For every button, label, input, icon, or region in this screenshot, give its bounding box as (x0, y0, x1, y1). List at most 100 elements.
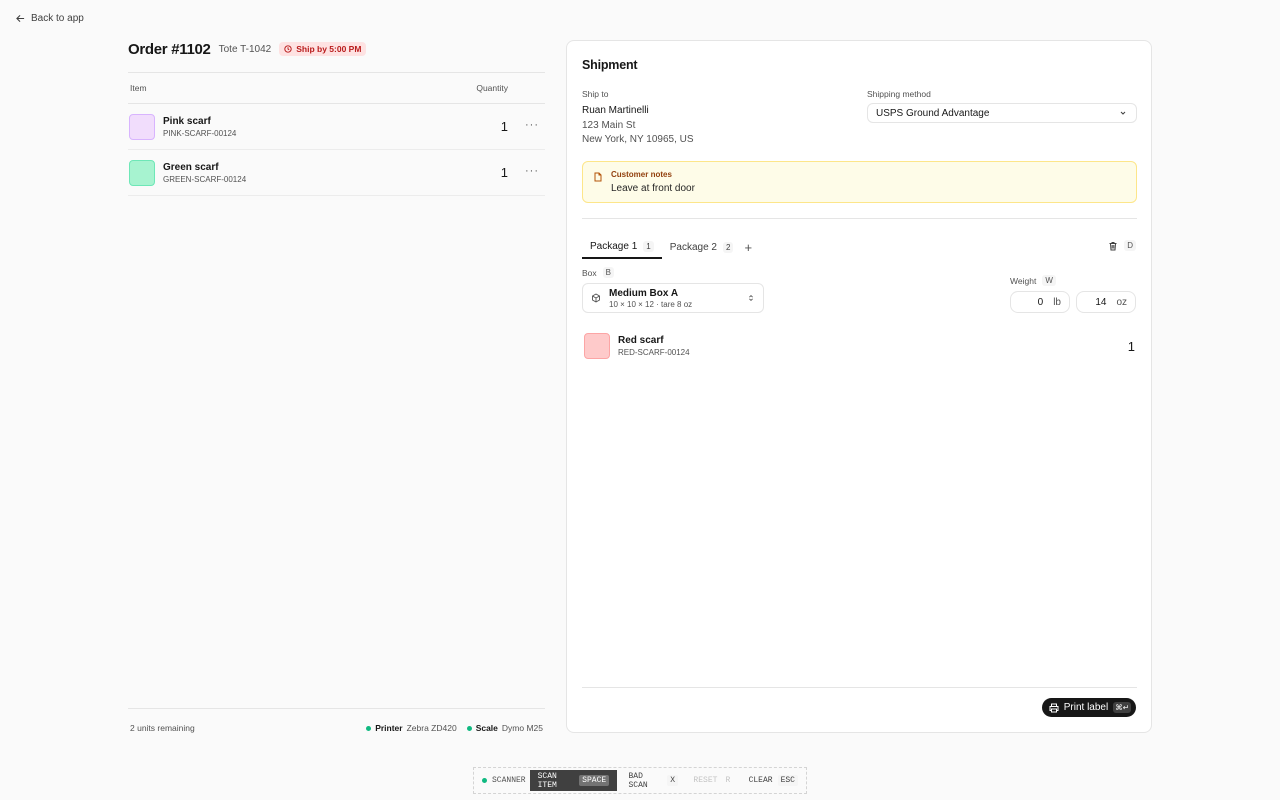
divider (582, 218, 1137, 219)
bad-scan-key: X (667, 775, 679, 786)
weight-lb-unit: lb (1053, 296, 1061, 308)
order-title: Order #1102 (128, 40, 211, 58)
reset-label: RESET (693, 776, 718, 785)
scanner-toolbar: SCANNER SCAN ITEM SPACE BAD SCAN X RESET… (473, 767, 807, 794)
print-label-text: Print label (1063, 702, 1109, 713)
scanner-status: SCANNER (478, 770, 530, 791)
item-sku: PINK-SCARF-00124 (163, 128, 237, 138)
ship-to-section: Ship to Ruan Martinelli 123 Main St New … (582, 89, 852, 148)
box-select[interactable]: Medium Box A 10 × 10 × 12 · tare 8 oz (582, 283, 764, 313)
more-options-icon[interactable]: ··· (525, 165, 539, 177)
ship-by-badge: Ship by 5:00 PM (279, 42, 367, 56)
reset-button[interactable]: RESET R (689, 770, 737, 791)
printer-value: Zebra ZD420 (406, 723, 457, 733)
order-panel: Order #1102 Tote T-1042 Ship by 5:00 PM … (128, 40, 545, 740)
weight-oz-value: 14 (1095, 296, 1107, 308)
scan-item-key: SPACE (579, 775, 610, 786)
item-thumbnail (129, 113, 155, 140)
delete-package-button[interactable]: D (1108, 240, 1136, 251)
scale-status: Scale Dymo M25 (466, 723, 543, 733)
ship-to-name: Ruan Martinelli (582, 105, 649, 116)
item-thumbnail (584, 333, 610, 359)
printer-status: Printer Zebra ZD420 (366, 723, 457, 733)
note-icon (594, 172, 602, 182)
ship-by-text: Ship by 5:00 PM (296, 44, 362, 54)
status-dot-icon (366, 725, 372, 731)
ship-to-street: 123 Main St (582, 119, 636, 131)
item-sku: RED-SCARF-00124 (618, 348, 690, 357)
items-table: Item Quantity Pink scarf PINK-SCARF-0012… (128, 72, 545, 196)
item-name: Red scarf (618, 335, 664, 346)
shipment-card: Shipment Ship to Ruan Martinelli 123 Mai… (566, 40, 1152, 733)
weight-shortcut-key: W (1042, 275, 1056, 286)
shipping-method-label: Shipping method (867, 89, 931, 99)
weight-lb-input[interactable]: 0 lb (1010, 291, 1070, 313)
tote-label: Tote T-1042 (218, 43, 272, 55)
scale-label: Scale (475, 723, 498, 733)
box-label-row: Box B (582, 267, 614, 278)
table-row[interactable]: Pink scarf PINK-SCARF-00124 1 ··· (128, 104, 545, 150)
tab-package-2[interactable]: Package 2 2 (662, 235, 742, 259)
scale-value: Dymo M25 (501, 723, 543, 733)
device-status: Printer Zebra ZD420 Scale Dymo M25 (366, 723, 543, 733)
box-shortcut-key: B (602, 267, 614, 278)
status-dot-icon (466, 725, 472, 731)
clear-key: ESC (777, 775, 798, 786)
chevron-up-down-icon (749, 294, 753, 302)
order-footer: 2 units remaining Printer Zebra ZD420 Sc… (128, 708, 545, 733)
tab-count-badge: 1 (643, 240, 654, 252)
shipping-method-section: Shipping method USPS Ground Advantage (867, 89, 1137, 123)
box-label: Box (582, 267, 597, 278)
customer-notes-body: Leave at front door (611, 183, 695, 194)
weight-label-row: Weight W (1010, 275, 1056, 286)
item-quantity: 1 (500, 165, 508, 180)
scan-item-button[interactable]: SCAN ITEM SPACE (529, 770, 618, 791)
shipment-title: Shipment (582, 58, 638, 72)
list-item[interactable]: Red scarf RED-SCARF-00124 1 (584, 333, 1137, 359)
printer-icon (1049, 703, 1059, 712)
shipping-method-select[interactable]: USPS Ground Advantage (867, 103, 1137, 123)
box-icon (592, 293, 600, 303)
weight-lb-value: 0 (1037, 296, 1044, 308)
tab-package-1[interactable]: Package 1 1 (582, 235, 662, 259)
package-tabs: Package 1 1 Package 2 2 + (582, 235, 752, 259)
trash-icon (1109, 241, 1117, 250)
status-dot-icon (482, 778, 487, 783)
item-name: Green scarf (163, 161, 219, 173)
back-to-app-label: Back to app (31, 13, 84, 24)
clock-icon (284, 45, 292, 53)
column-header-quantity: Quantity (476, 83, 508, 93)
weight-oz-unit: oz (1116, 296, 1127, 308)
column-header-item: Item (130, 83, 147, 93)
back-to-app-link[interactable]: Back to app (16, 13, 84, 24)
item-quantity: 1 (1127, 338, 1135, 354)
weight-oz-input[interactable]: 14 oz (1076, 291, 1136, 313)
scan-item-label: SCAN ITEM (537, 771, 557, 790)
table-row[interactable]: Green scarf GREEN-SCARF-00124 1 ··· (128, 150, 545, 196)
tab-count-badge: 2 (722, 241, 734, 253)
shipping-method-value: USPS Ground Advantage (876, 107, 990, 119)
more-options-icon[interactable]: ··· (525, 119, 539, 131)
chevron-down-icon (1120, 111, 1126, 115)
arrow-left-icon (16, 14, 25, 23)
divider (582, 687, 1137, 688)
print-label-button[interactable]: Print label ⌘↵ (1041, 698, 1136, 717)
bad-scan-button[interactable]: BAD SCAN X (625, 770, 683, 791)
items-table-header: Item Quantity (128, 73, 545, 104)
item-name: Pink scarf (163, 115, 211, 127)
item-thumbnail (129, 159, 155, 186)
print-shortcut-key: ⌘↵ (1113, 702, 1131, 713)
item-sku: GREEN-SCARF-00124 (163, 174, 247, 184)
bad-scan-label: BAD SCAN (628, 771, 648, 790)
customer-notes-title: Customer notes (611, 170, 672, 179)
clear-label: CLEAR (748, 776, 773, 785)
box-dimensions: 10 × 10 × 12 · tare 8 oz (609, 299, 693, 309)
add-package-icon[interactable]: + (744, 240, 752, 255)
ship-to-city: New York, NY 10965, US (582, 134, 694, 145)
tab-label: Package 2 (669, 241, 717, 253)
clear-button[interactable]: CLEAR ESC (745, 770, 802, 791)
box-name: Medium Box A (609, 287, 679, 299)
units-remaining: 2 units remaining (130, 723, 195, 733)
printer-label: Printer (375, 723, 403, 733)
tab-label: Package 1 (590, 240, 638, 252)
